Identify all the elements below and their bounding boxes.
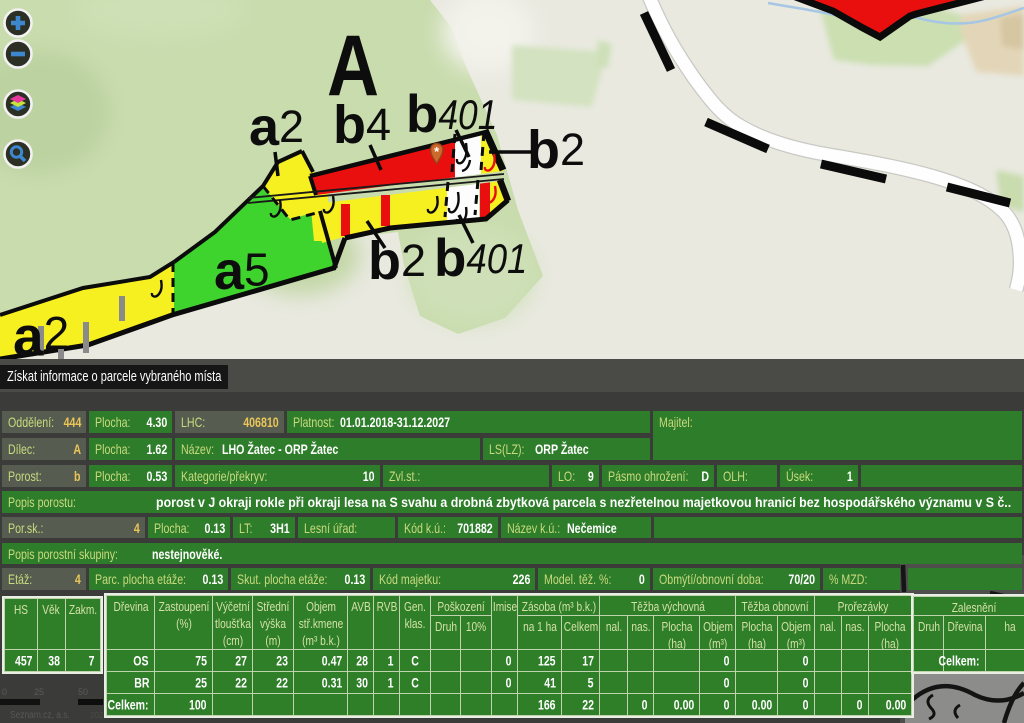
svg-text:b401: b401 (406, 85, 497, 144)
svg-text:a2: a2 (249, 97, 304, 157)
svg-text:a2: a2 (13, 305, 69, 367)
svg-text:b2: b2 (368, 231, 426, 291)
svg-text:b4: b4 (333, 95, 391, 155)
svg-text:b2: b2 (527, 120, 585, 180)
svg-text:a5: a5 (214, 241, 270, 301)
svg-text:b401: b401 (434, 229, 527, 288)
